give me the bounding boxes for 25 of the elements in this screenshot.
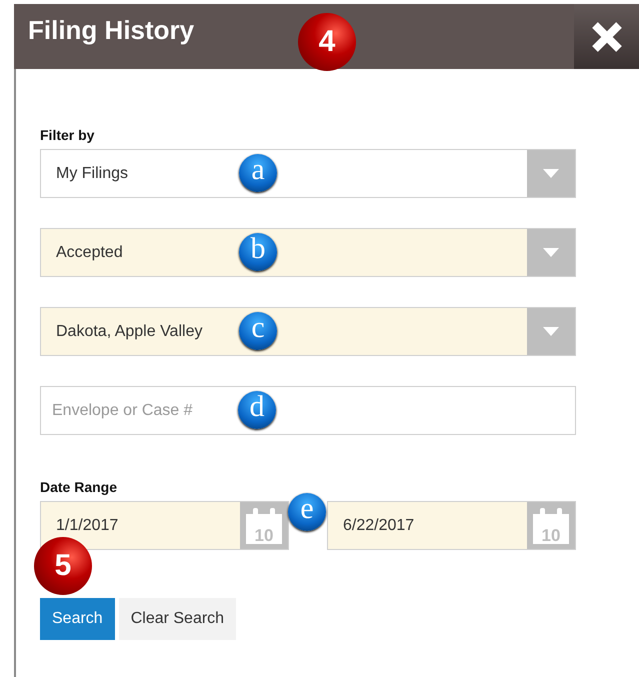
- calendar-icon: [533, 508, 569, 544]
- date-field[interactable]: 1/1/2017 10: [40, 501, 289, 550]
- close-icon: [590, 20, 624, 54]
- close-button[interactable]: [574, 4, 639, 69]
- caret-icon: [543, 169, 559, 178]
- caret-icon: [543, 248, 559, 257]
- callout-marker: e: [288, 493, 326, 531]
- callout-marker: a: [239, 154, 277, 192]
- calendar-day: 10: [542, 527, 560, 544]
- field-label: Filter by: [40, 127, 96, 145]
- calendar-icon: [246, 508, 282, 544]
- dropdown-field[interactable]: Dakota, Apple Valley c: [40, 307, 576, 356]
- callout-marker: 4: [298, 13, 356, 71]
- callout-marker: c: [239, 312, 277, 350]
- date-field[interactable]: 6/22/2017 10: [327, 501, 576, 550]
- calendar-day: 10: [254, 527, 274, 544]
- dropdown-field[interactable]: Accepted b: [40, 228, 576, 277]
- dropdown-field[interactable]: My Filings a: [40, 149, 576, 198]
- clear-button[interactable]: Clear Search: [118, 598, 236, 640]
- callout-marker: b: [239, 233, 277, 271]
- field-label: Date Range: [40, 479, 118, 497]
- caret-icon: [543, 327, 559, 336]
- callout-marker: 5: [34, 537, 92, 595]
- search-button[interactable]: Search: [40, 598, 115, 640]
- dialog-title: Filing History: [27, 15, 194, 46]
